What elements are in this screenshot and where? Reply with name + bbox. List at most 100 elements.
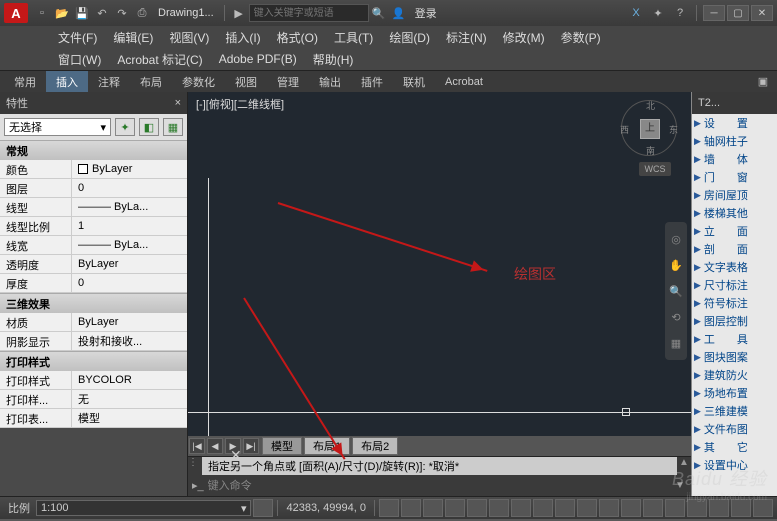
status-toggle[interactable] — [687, 499, 707, 517]
star-icon[interactable]: ✦ — [649, 4, 667, 22]
selection-dropdown[interactable]: 无选择▾ — [4, 118, 111, 136]
palette-item[interactable]: ▶楼梯其他 — [692, 204, 777, 222]
category-general[interactable]: 常规 — [0, 140, 187, 160]
status-toggle[interactable] — [643, 499, 663, 517]
status-toggle[interactable] — [467, 499, 487, 517]
palette-item[interactable]: ▶图层控制 — [692, 312, 777, 330]
tab-nav-button[interactable]: ▶| — [243, 438, 259, 454]
menu-item[interactable]: Acrobat 标记(C) — [109, 49, 210, 70]
ribbon-tab[interactable]: 插件 — [351, 71, 393, 93]
menu-item[interactable]: 格式(O) — [269, 27, 326, 48]
qat-undo-icon[interactable]: ↶ — [93, 4, 111, 22]
cmd-handle-icon[interactable]: ⋮⋮ — [188, 457, 202, 475]
menu-item[interactable]: 窗口(W) — [50, 49, 109, 70]
status-toggle[interactable] — [753, 499, 773, 517]
palette-item[interactable]: ▶三维建模 — [692, 402, 777, 420]
tab-nav-button[interactable]: |◀ — [189, 438, 205, 454]
quick-select-button[interactable]: ✦ — [115, 118, 135, 136]
property-row[interactable]: 打印表...模型 — [0, 409, 187, 428]
status-toggle[interactable] — [665, 499, 685, 517]
viewcube-face[interactable]: 上 — [640, 119, 660, 139]
ribbon-expand-icon[interactable]: ▣ — [754, 73, 772, 91]
palette-item[interactable]: ▶图块图案 — [692, 348, 777, 366]
ribbon-tab[interactable]: 常用 — [4, 71, 46, 93]
status-toggle[interactable] — [621, 499, 641, 517]
ribbon-tab[interactable]: 管理 — [267, 71, 309, 93]
status-toggle[interactable] — [555, 499, 575, 517]
status-toggle[interactable] — [709, 499, 729, 517]
qat-redo-icon[interactable]: ↷ — [113, 4, 131, 22]
ribbon-tab[interactable]: 插入 — [46, 71, 88, 93]
menu-item[interactable]: 参数(P) — [553, 27, 609, 48]
status-toggle[interactable] — [577, 499, 597, 517]
viewport-label[interactable]: [-][俯视][二维线框] — [196, 96, 284, 112]
qat-save-icon[interactable]: 💾 — [73, 4, 91, 22]
app-logo[interactable]: A — [4, 3, 28, 23]
ribbon-tab[interactable]: 输出 — [309, 71, 351, 93]
palette-item[interactable]: ▶轴网柱子 — [692, 132, 777, 150]
palette-item[interactable]: ▶工 具 — [692, 330, 777, 348]
menu-item[interactable]: 绘图(D) — [381, 27, 438, 48]
login-link[interactable]: 登录 — [415, 5, 437, 21]
qat-print-icon[interactable]: ⎙ — [133, 4, 151, 22]
palette-item[interactable]: ▶门 窗 — [692, 168, 777, 186]
status-toggle[interactable] — [599, 499, 619, 517]
palette-item[interactable]: ▶其 它 — [692, 438, 777, 456]
cmd-scroll-up-icon[interactable]: ▲ — [677, 457, 691, 475]
property-row[interactable]: 颜色ByLayer — [0, 160, 187, 179]
status-toggle[interactable] — [423, 499, 443, 517]
menu-item[interactable]: 文件(F) — [50, 27, 105, 48]
property-row[interactable]: 图层0 — [0, 179, 187, 198]
wcs-indicator[interactable]: WCS — [639, 162, 671, 176]
property-row[interactable]: 线型比例1 — [0, 217, 187, 236]
user-icon[interactable]: 👤 — [390, 4, 408, 22]
property-row[interactable]: 打印样...无 — [0, 390, 187, 409]
ribbon-tab[interactable]: 参数化 — [172, 71, 225, 93]
palette-item[interactable]: ▶尺寸标注 — [692, 276, 777, 294]
tab-nav-button[interactable]: ◀ — [207, 438, 223, 454]
menu-item[interactable]: 标注(N) — [438, 27, 495, 48]
nav-orbit-icon[interactable]: ⟲ — [665, 304, 687, 330]
nav-zoom-icon[interactable]: 🔍 — [665, 278, 687, 304]
close-button[interactable]: ✕ — [751, 5, 773, 21]
nav-wheel-icon[interactable]: ◎ — [665, 226, 687, 252]
exchange-x-icon[interactable]: X — [627, 4, 645, 22]
ribbon-tab[interactable]: 布局 — [130, 71, 172, 93]
property-row[interactable]: 线宽——— ByLa... — [0, 236, 187, 255]
property-row[interactable]: 线型——— ByLa... — [0, 198, 187, 217]
palette-item[interactable]: ▶立 面 — [692, 222, 777, 240]
property-row[interactable]: 阴影显示投射和接收... — [0, 332, 187, 351]
palette-item[interactable]: ▶符号标注 — [692, 294, 777, 312]
menu-item[interactable]: 编辑(E) — [105, 27, 161, 48]
palette-item[interactable]: ▶文字表格 — [692, 258, 777, 276]
property-row[interactable]: 厚度0 — [0, 274, 187, 293]
palette-item[interactable]: ▶房间屋顶 — [692, 186, 777, 204]
qat-open-icon[interactable]: 📂 — [53, 4, 71, 22]
status-toggle-1[interactable] — [253, 499, 273, 517]
menu-item[interactable]: 修改(M) — [495, 27, 553, 48]
property-row[interactable]: 打印样式BYCOLOR — [0, 371, 187, 390]
qat-new-icon[interactable]: ▫ — [33, 4, 51, 22]
status-toggle[interactable] — [511, 499, 531, 517]
toggle-pickadd-button[interactable]: ▦ — [163, 118, 183, 136]
status-toggle[interactable] — [731, 499, 751, 517]
nav-showmotion-icon[interactable]: ▦ — [665, 330, 687, 356]
nav-pan-icon[interactable]: ✋ — [665, 252, 687, 278]
palette-item[interactable]: ▶设置中心 — [692, 456, 777, 474]
ribbon-tab[interactable]: 注释 — [88, 71, 130, 93]
status-toggle[interactable] — [489, 499, 509, 517]
palette-item[interactable]: ▶文件布图 — [692, 420, 777, 438]
palette-item[interactable]: ▶场地布置 — [692, 384, 777, 402]
palette-item[interactable]: ▶建筑防火 — [692, 366, 777, 384]
menu-item[interactable]: 帮助(H) — [305, 49, 362, 70]
help-search-input[interactable] — [249, 4, 369, 22]
status-toggle[interactable] — [379, 499, 399, 517]
menu-item[interactable]: 视图(V) — [161, 27, 217, 48]
palette-item[interactable]: ▶设 置 — [692, 114, 777, 132]
palette-item[interactable]: ▶剖 面 — [692, 240, 777, 258]
category-print[interactable]: 打印样式 — [0, 351, 187, 371]
menu-item[interactable]: 插入(I) — [217, 27, 268, 48]
category-3d[interactable]: 三维效果 — [0, 293, 187, 313]
drawing-canvas[interactable]: [-][俯视][二维线框] 北 南 东 西 上 WCS ◎ ✋ 🔍 ⟲ ▦ — [188, 92, 691, 436]
cmd-scroll-down-icon[interactable]: ▼ — [673, 480, 687, 491]
